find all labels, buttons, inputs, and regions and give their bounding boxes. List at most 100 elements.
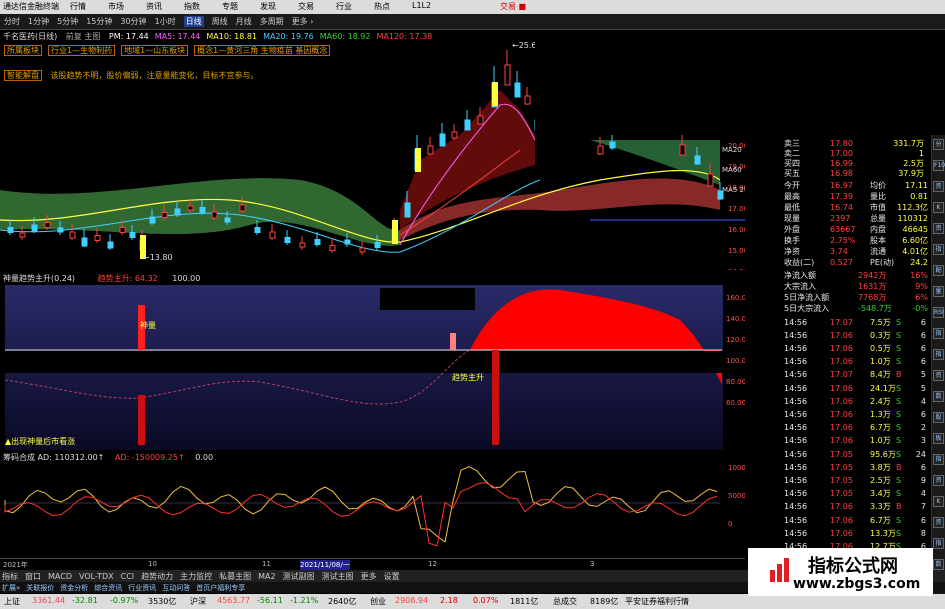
broker-link[interactable]: 平安证券福利行情 xyxy=(625,596,689,607)
stat-cell: 110312 xyxy=(897,213,928,223)
indicator-tab[interactable]: 主力监控 xyxy=(180,571,212,582)
period-tab[interactable]: 5分钟 xyxy=(57,16,78,27)
stat-cell: 股本 xyxy=(870,235,886,245)
tick-row: 14:56 17.06 13.3万 S 8 xyxy=(748,527,930,539)
period-tab[interactable]: 月线 xyxy=(236,16,252,27)
cy-change: 2.18 xyxy=(440,596,458,605)
period-tab[interactable]: 15分钟 xyxy=(86,16,112,27)
sidebar-tool-icon[interactable]: 指 xyxy=(933,538,944,549)
info-tab[interactable]: 扩展» xyxy=(2,583,20,593)
sector-tag[interactable]: 所属板块 xyxy=(4,45,42,56)
indicator-tab[interactable]: VOL-TDX xyxy=(79,572,114,581)
indicator-tab[interactable]: 测试主图 xyxy=(322,571,354,582)
info-tab[interactable]: 行业资讯 xyxy=(128,583,156,593)
main-rise-marker xyxy=(450,333,456,350)
info-tab[interactable]: 互动问答 xyxy=(162,583,190,593)
indicator-tab[interactable]: 更多 xyxy=(361,571,377,582)
menu-item[interactable]: L1L2 xyxy=(412,1,431,12)
period-tab[interactable]: 30分钟 xyxy=(120,16,146,27)
sidebar-tool-icon[interactable]: K xyxy=(933,496,944,507)
menu-item[interactable]: 发现 xyxy=(260,1,276,12)
mask-box xyxy=(380,288,475,310)
menu-item[interactable]: 交易 xyxy=(298,1,314,12)
sidebar-tool-icon[interactable]: 资 xyxy=(933,181,944,192)
menu-item[interactable]: 行情 xyxy=(70,1,86,12)
sector-tag[interactable]: 地域1—山东板块 xyxy=(121,45,189,56)
indicator-tab[interactable]: MA2 xyxy=(258,572,275,581)
sidebar-tool-icon[interactable]: 数 xyxy=(933,391,944,402)
sh-amount: 3530亿 xyxy=(148,597,177,606)
sidebar-tool-icon[interactable]: 配 xyxy=(933,265,944,276)
period-tab[interactable]: 更多 › xyxy=(292,16,314,27)
indicator-tab[interactable]: 窗口 xyxy=(25,571,41,582)
trade-indicator[interactable]: 交易 ■ xyxy=(500,1,526,12)
candle-body xyxy=(269,231,276,239)
sidebar-tool-icon[interactable]: 资 xyxy=(933,370,944,381)
info-tab[interactable]: 综合资讯 xyxy=(94,583,122,593)
sidebar-tool-icon[interactable]: 板 xyxy=(933,433,944,444)
candle-body xyxy=(174,208,181,216)
sidebar-tool-icon[interactable]: 指 xyxy=(933,244,944,255)
sidebar-tool-icon[interactable]: 资 xyxy=(933,223,944,234)
right-icon-sidebar: 分 F10 资 K 资指配量 RSI 指指资数股板指资 K 资指数 xyxy=(931,135,945,595)
sector-tag[interactable]: 概念1—黄河三角 生物疫苗 基因概念 xyxy=(194,45,331,56)
popup-mask xyxy=(535,30,745,135)
tick-cell: S xyxy=(896,409,902,419)
menu-item[interactable]: 行业 xyxy=(336,1,352,12)
indicator-tab[interactable]: 设置 xyxy=(384,571,400,582)
stat-cell: 2397 xyxy=(830,213,851,223)
info-tab[interactable]: 资金分析 xyxy=(60,583,88,593)
period-tab[interactable]: 分时 xyxy=(4,16,20,27)
candle-body xyxy=(427,145,434,155)
ad-indicator-panel[interactable]: 筹码合成 AD: 110312.00↑ AD: -150009.25↑ 0.00… xyxy=(0,450,750,560)
sidebar-tool-icon[interactable]: RSI xyxy=(933,307,944,318)
sidebar-tool-icon[interactable]: 股 xyxy=(933,412,944,423)
flow-label: 5日大宗流入 xyxy=(784,303,830,313)
tick-cell: 14:56 xyxy=(784,370,808,380)
osc-tick: 80.00 xyxy=(726,378,745,386)
sidebar-tool-icon[interactable]: F10 xyxy=(933,160,945,171)
sector-tag[interactable]: 行业1—生物制药 xyxy=(48,45,116,56)
sidebar-tool-icon[interactable]: 指 xyxy=(933,328,944,339)
indicator-tab[interactable]: 指标 xyxy=(2,571,18,582)
indicator-tab[interactable]: 测试副图 xyxy=(283,571,315,582)
sidebar-tool-icon[interactable]: 数 xyxy=(933,559,944,570)
sidebar-tool-icon[interactable]: 分 xyxy=(933,139,944,150)
oscillator-chart[interactable]: 神量趋势主升 160.00 140.00 120.00 100.00 80.00 60.00 xyxy=(0,270,745,450)
ad-title2: AD: -150009.25↑ xyxy=(114,453,185,462)
main-chart-panel[interactable]: 20.0019.0018.0017.0016.0015.0014.00MA20M… xyxy=(0,30,745,270)
menu-item[interactable]: 资讯 xyxy=(146,1,162,12)
tick-cell: 17.06 xyxy=(830,396,853,406)
sidebar-tool-icon[interactable]: 量 xyxy=(933,286,944,297)
indicator-tab[interactable]: MACD xyxy=(48,572,72,581)
info-tab[interactable]: 关联报价 xyxy=(26,583,54,593)
flow-label: 5日净流入额 xyxy=(784,292,830,302)
sidebar-tool-icon[interactable]: 指 xyxy=(933,454,944,465)
info-tab[interactable]: 首页户福利专享 xyxy=(196,583,245,593)
ad-chart[interactable]: 10000 5000 0 xyxy=(0,450,750,560)
menu-item[interactable]: 市场 xyxy=(108,1,124,12)
period-tab[interactable]: 1小时 xyxy=(155,16,176,27)
ma-legend-item: MA60: 18.92 xyxy=(319,32,371,41)
candlestick-chart[interactable]: 20.0019.0018.0017.0016.0015.0014.00MA20M… xyxy=(0,30,745,270)
menu-item[interactable]: 专题 xyxy=(222,1,238,12)
indicator-tab[interactable]: 私募主图 xyxy=(219,571,251,582)
tick-cell: S xyxy=(896,343,902,353)
menu-item[interactable]: 热点 xyxy=(374,1,390,12)
sidebar-tool-icon[interactable]: 资 xyxy=(933,517,944,528)
sidebar-tool-icon[interactable]: 资 xyxy=(933,475,944,486)
tick-cell: 17.05 xyxy=(830,489,853,499)
sidebar-tool-icon[interactable]: K xyxy=(933,202,944,213)
period-tab[interactable]: 日线 xyxy=(183,16,204,27)
indicator-tab[interactable]: CCI xyxy=(121,572,135,581)
indicator-tab[interactable]: 趋势动力 xyxy=(141,571,173,582)
period-tab[interactable]: 周线 xyxy=(212,16,228,27)
stat-cell: 112.3亿 xyxy=(897,202,928,212)
flow-label: 净流入额 xyxy=(784,270,816,280)
sidebar-tool-icon[interactable]: 指 xyxy=(933,349,944,360)
menu-item[interactable]: 指数 xyxy=(184,1,200,12)
period-tab[interactable]: 1分钟 xyxy=(28,16,49,27)
stat-cell: 46645 xyxy=(902,224,928,234)
period-tab[interactable]: 多周期 xyxy=(260,16,284,27)
flow-pct: 9% xyxy=(915,281,928,291)
